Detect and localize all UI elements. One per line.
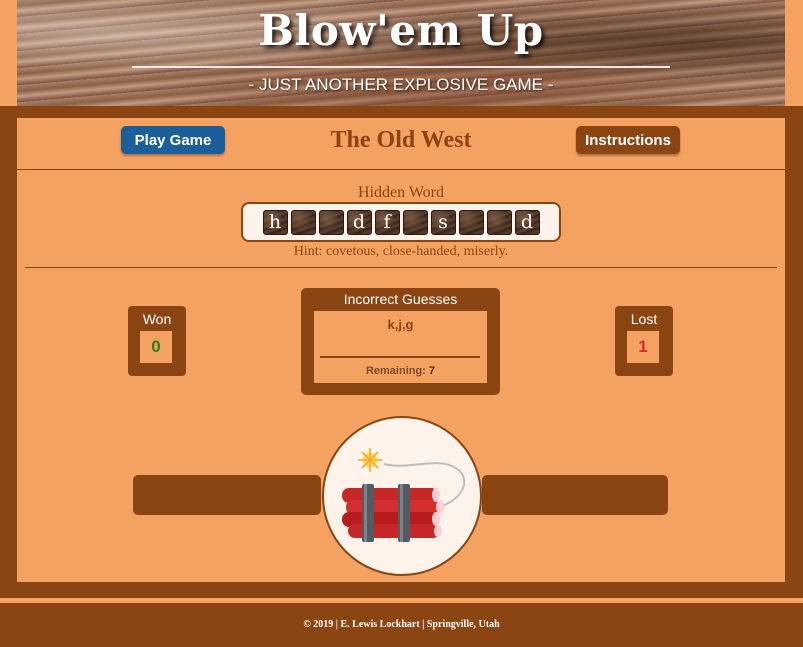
letter-tile: f — [374, 209, 400, 235]
hidden-word-label: Hidden Word — [358, 184, 444, 201]
incorrect-guesses-box: k,j,g Remaining: 7 — [314, 311, 487, 383]
hidden-word-box: h d f s d — [241, 202, 561, 242]
incorrect-guesses-title: Incorrect Guesses — [343, 291, 458, 307]
remaining-guesses: Remaining: 7 — [314, 365, 487, 377]
won-label: Won — [142, 311, 172, 327]
bomb-display — [322, 416, 482, 576]
header-divider — [132, 66, 670, 68]
play-game-button[interactable]: Play Game — [121, 126, 225, 154]
instructions-button[interactable]: Instructions — [576, 126, 680, 154]
game-subtitle: - JUST ANOTHER EXPLOSIVE GAME - — [248, 75, 554, 94]
lost-score-card: Lost 1 — [615, 306, 673, 376]
dynamite-icon — [342, 448, 466, 542]
letter-tile: h — [262, 209, 288, 235]
remaining-label: Remaining: — [365, 365, 426, 377]
fuse-bar-left — [133, 475, 321, 515]
game-title: Blow'em Up — [258, 6, 544, 55]
divider-top — [17, 169, 785, 170]
won-count: 0 — [140, 331, 172, 363]
letter-tile: s — [430, 209, 456, 235]
letter-tile: d — [346, 209, 372, 235]
remaining-count: 7 — [428, 365, 436, 377]
footer: © 2019 | E. Lewis Lockhart | Springville… — [0, 603, 803, 647]
fuse-bar-right — [482, 475, 668, 515]
letter-tile: d — [514, 209, 540, 235]
letter-tile — [458, 209, 484, 235]
lost-count: 1 — [627, 331, 659, 363]
letter-tile — [402, 209, 428, 235]
guesses-divider — [320, 356, 480, 358]
won-score-card: Won 0 — [128, 306, 186, 376]
level-title: The Old West — [330, 127, 472, 153]
game-frame: Play Game The Old West Instructions Hidd… — [0, 106, 803, 598]
letter-tile — [290, 209, 316, 235]
lost-label: Lost — [630, 311, 658, 327]
game-panel: Play Game The Old West Instructions Hidd… — [17, 118, 785, 582]
letter-tile — [486, 209, 512, 235]
incorrect-guesses-panel: Incorrect Guesses k,j,g Remaining: 7 — [301, 288, 500, 395]
incorrect-letters: k,j,g — [387, 317, 414, 332]
header-banner: Blow'em Up - JUST ANOTHER EXPLOSIVE GAME… — [17, 0, 785, 106]
divider-middle — [25, 267, 777, 268]
hint-text: Hint: covetous, close-handed, miserly. — [293, 244, 509, 259]
letter-tile — [318, 209, 344, 235]
footer-text: © 2019 | E. Lewis Lockhart | Springville… — [303, 619, 500, 630]
